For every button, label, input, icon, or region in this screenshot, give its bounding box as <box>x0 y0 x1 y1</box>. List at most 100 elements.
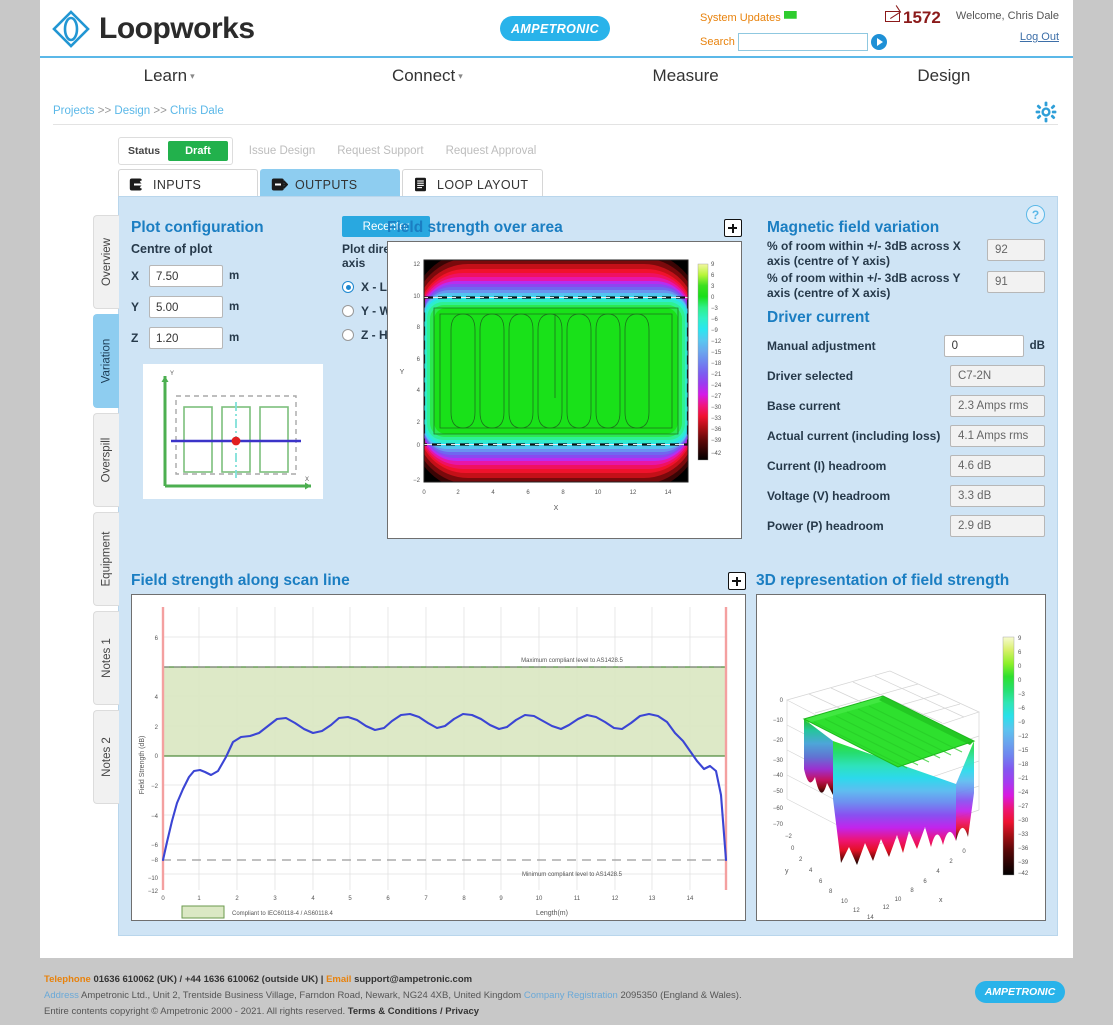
driver-value-power-headroom: 2.9 dB <box>950 515 1045 537</box>
three-d-plot[interactable]: 0−10−20 −30−40−50 −60−70 −202 468 101214 <box>756 594 1046 921</box>
footer-address-line: Address Ampetronic Ltd., Unit 2, Trentsi… <box>44 988 1073 1004</box>
svg-text:−12: −12 <box>148 889 159 895</box>
page-root: Loopworks AMPETRONIC System Updates Sear… <box>0 0 1113 1025</box>
side-tab-variation[interactable]: Variation <box>93 314 119 408</box>
breadcrumb-item-design[interactable]: Design <box>114 105 150 117</box>
side-tab-equipment[interactable]: Equipment <box>93 512 119 606</box>
coord-row-y: Y 5.00 m <box>131 296 356 318</box>
driver-input-manual-adjustment[interactable]: 0 <box>944 335 1024 357</box>
nav-item-measure[interactable]: Measure <box>557 66 815 86</box>
driver-value-actual-current: 4.1 Amps rms <box>950 425 1045 447</box>
breadcrumb-item-chris-dale[interactable]: Chris Dale <box>170 105 224 117</box>
side-tab-label-variation: Variation <box>101 339 113 384</box>
svg-text:−12: −12 <box>1018 734 1029 740</box>
chevron-down-icon: ▾ <box>190 71 195 81</box>
footer-ampetronic-badge: AMPETRONIC <box>975 981 1065 1003</box>
nav-item-design[interactable]: Design <box>815 66 1073 86</box>
nav-label-learn: Learn <box>144 66 187 85</box>
plot-configuration-title: Plot configuration <box>131 219 356 237</box>
compliant-band <box>162 667 727 756</box>
svg-text:12: 12 <box>413 262 420 268</box>
coord-input-x[interactable]: 7.50 <box>149 265 223 287</box>
driver-value-voltage-headroom: 3.3 dB <box>950 485 1045 507</box>
tab-label-inputs: INPUTS <box>153 178 201 192</box>
nav-item-connect[interactable]: Connect▾ <box>298 66 556 86</box>
min-compliant-annotation: Minimum compliant level to AS1428.5 <box>522 872 623 878</box>
magnetic-field-variation-title: Magnetic field variation <box>767 219 1045 237</box>
legend-swatch <box>182 906 224 918</box>
variation-and-driver-section: Magnetic field variation % of room withi… <box>767 219 1045 537</box>
coord-row-x: X 7.50 m <box>131 265 356 287</box>
coord-input-z[interactable]: 1.20 <box>149 327 223 349</box>
coord-input-y[interactable]: 5.00 <box>149 296 223 318</box>
coord-label-z: Z <box>131 331 143 345</box>
driver-current-title: Driver current <box>767 309 1045 327</box>
contour-layers <box>412 252 700 490</box>
scan-line-plot[interactable]: Maximum compliant level to AS1428.5 Mini… <box>131 594 746 921</box>
side-tab-notes-1[interactable]: Notes 1 <box>93 611 119 705</box>
nav-item-learn[interactable]: Learn▾ <box>40 66 298 86</box>
svg-text:y: y <box>785 868 789 875</box>
svg-text:−39: −39 <box>1018 860 1029 866</box>
system-updates-link[interactable]: System Updates <box>700 11 797 24</box>
breadcrumb-item-projects[interactable]: Projects <box>53 105 95 117</box>
driver-value-base-current: 2.3 Amps rms <box>950 395 1045 417</box>
request-approval-button[interactable]: Request Approval <box>440 141 543 161</box>
search-area: Search <box>700 33 887 51</box>
svg-text:−50: −50 <box>773 789 784 795</box>
system-updates-label: System Updates <box>700 12 781 24</box>
search-input[interactable] <box>738 33 868 51</box>
brand-logo[interactable]: Loopworks <box>52 10 255 48</box>
field-strength-over-area-section: Field strength over area <box>387 219 742 539</box>
request-support-button[interactable]: Request Support <box>331 141 429 161</box>
footer-email-value[interactable]: support@ampetronic.com <box>354 974 472 985</box>
main-navigation: Learn▾ Connect▾ Measure Design <box>40 58 1073 93</box>
svg-text:−9: −9 <box>711 328 719 334</box>
svg-text:−70: −70 <box>773 822 784 828</box>
svg-text:12: 12 <box>883 905 890 911</box>
footer-contact-line: Telephone 01636 610062 (UK) / +44 1636 6… <box>44 963 1073 988</box>
side-tab-label-notes-1: Notes 1 <box>101 638 113 678</box>
svg-text:−42: −42 <box>1018 871 1029 877</box>
side-tab-overspill[interactable]: Overspill <box>93 413 119 507</box>
side-tab-notes-2[interactable]: Notes 2 <box>93 710 119 804</box>
driver-unit-manual-adjustment: dB <box>1030 340 1045 352</box>
messages-counter[interactable]: 1572 <box>885 8 941 28</box>
variation-row-x: % of room within +/- 3dB across X axis (… <box>767 239 1045 269</box>
svg-text:10: 10 <box>841 899 848 905</box>
plot-minimap[interactable]: Y X <box>143 364 323 499</box>
driver-row-current-headroom: Current (I) headroom 4.6 dB <box>767 455 1045 477</box>
radio-icon-y <box>342 305 354 317</box>
svg-text:−21: −21 <box>711 372 722 378</box>
svg-text:10: 10 <box>895 897 902 903</box>
footer-terms-link[interactable]: Terms & Conditions / Privacy <box>348 1006 479 1017</box>
variation-value-y: 91 <box>987 271 1045 293</box>
tab-inputs[interactable]: INPUTS <box>118 169 258 199</box>
driver-row-driver-selected: Driver selected C7-2N <box>767 365 1045 387</box>
expand-scan-line-button[interactable] <box>728 572 746 590</box>
three-d-title: 3D representation of field strength <box>756 572 1009 590</box>
side-tab-label-overview: Overview <box>101 238 113 286</box>
radio-icon-x <box>342 281 354 293</box>
driver-label-actual-current: Actual current (including loss) <box>767 429 940 443</box>
svg-text:12: 12 <box>630 490 637 496</box>
logout-link[interactable]: Log Out <box>1020 31 1059 43</box>
tab-outputs[interactable]: OUTPUTS <box>260 169 400 199</box>
svg-text:−27: −27 <box>1018 804 1029 810</box>
svg-text:13: 13 <box>649 896 656 902</box>
footer-copyright-line: Entire contents copyright © Ampetronic 2… <box>44 1004 1073 1020</box>
footer-telephone-value: 01636 610062 (UK) / +44 1636 610062 (out… <box>93 974 323 985</box>
side-tab-overview[interactable]: Overview <box>93 215 119 309</box>
search-go-icon[interactable] <box>871 34 887 50</box>
svg-text:11: 11 <box>574 896 581 902</box>
breadcrumb-separator: >> <box>153 105 166 117</box>
tab-label-outputs: OUTPUTS <box>295 178 358 192</box>
tab-loop-layout[interactable]: LOOP LAYOUT <box>402 169 543 199</box>
issue-design-button[interactable]: Issue Design <box>243 141 321 161</box>
svg-text:Field Strength (dB): Field Strength (dB) <box>139 736 146 795</box>
svg-text:10: 10 <box>595 490 602 496</box>
expand-field-over-area-button[interactable] <box>724 219 742 237</box>
settings-gear-icon[interactable] <box>1035 101 1057 123</box>
variation-value-x: 92 <box>987 239 1045 261</box>
field-over-area-plot[interactable]: 12 10 8 6 4 2 0 −2 0 2 <box>387 241 742 539</box>
